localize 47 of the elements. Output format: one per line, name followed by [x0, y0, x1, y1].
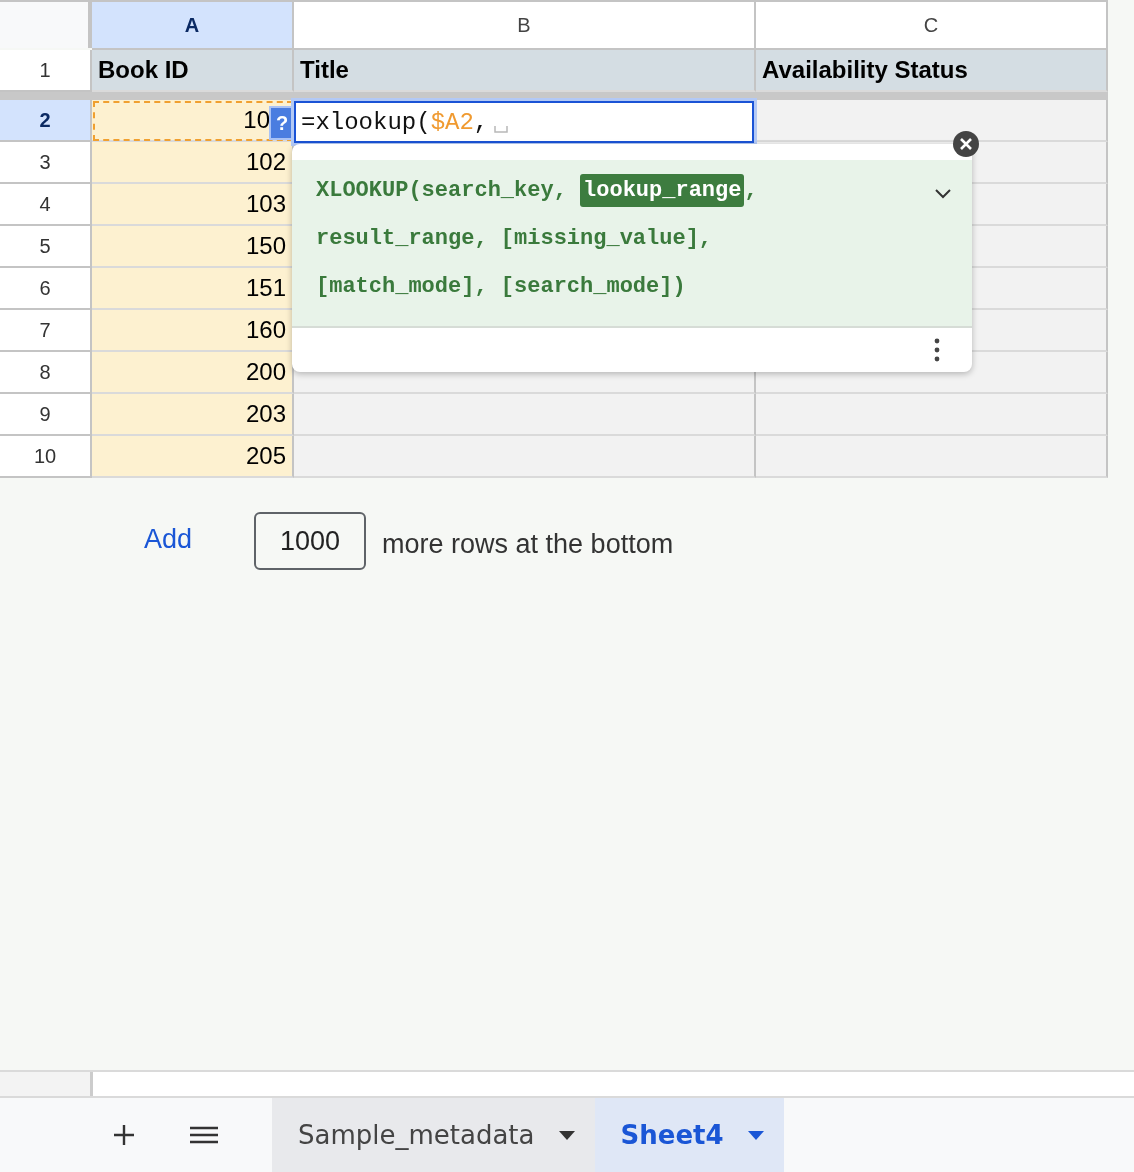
- sheet-tab[interactable]: Sheet4: [594, 1098, 784, 1172]
- space-marker-icon: [494, 125, 509, 133]
- row-header[interactable]: 5: [0, 226, 92, 268]
- sheet-tab[interactable]: Sample_metadata: [272, 1098, 595, 1172]
- header-cell: Title: [294, 50, 756, 92]
- chevron-down-icon[interactable]: [934, 188, 952, 200]
- dropdown-caret-icon: [747, 1130, 764, 1140]
- row-header[interactable]: 9: [0, 394, 92, 436]
- add-button[interactable]: Add: [144, 523, 193, 555]
- table-cell: 102: [92, 142, 294, 184]
- signature-text: XLOOKUP(search_key,: [316, 178, 568, 203]
- more-options-icon[interactable]: [934, 338, 940, 362]
- row-header[interactable]: 7: [0, 310, 92, 352]
- signature-text: [match_mode], [search_mode]): [316, 274, 686, 299]
- table-cell: 150: [92, 226, 294, 268]
- row-header[interactable]: 4: [0, 184, 92, 226]
- column-header[interactable]: C: [756, 2, 1108, 50]
- row-header[interactable]: 2: [0, 100, 92, 142]
- menu-icon: [189, 1125, 219, 1145]
- row-header[interactable]: 3: [0, 142, 92, 184]
- horizontal-scrollbar[interactable]: [93, 1072, 1134, 1096]
- table-cell: 103: [92, 184, 294, 226]
- close-icon[interactable]: [952, 130, 980, 158]
- row-header[interactable]: 10: [0, 436, 92, 478]
- table-cell: 151: [92, 268, 294, 310]
- row-header[interactable]: 8: [0, 352, 92, 394]
- row-header[interactable]: 1: [0, 50, 92, 92]
- formula-editor[interactable]: =xlookup($A2,: [294, 101, 754, 143]
- current-argument: lookup_range: [580, 174, 745, 207]
- formula-text: =xlookup($A2,: [300, 108, 489, 136]
- signature-text: result_range, [missing_value],: [316, 226, 713, 251]
- add-rows-label: more rows at the bottom: [382, 528, 674, 560]
- header-cell: Availability Status: [756, 50, 1108, 92]
- dropdown-caret-icon: [558, 1130, 575, 1140]
- column-header[interactable]: B: [294, 2, 756, 50]
- table-cell: 200: [92, 352, 294, 394]
- table-cell: 205: [92, 436, 294, 478]
- signature-text: ,: [744, 178, 758, 203]
- rows-count-field[interactable]: 1000: [254, 512, 367, 570]
- plus-icon: [113, 1124, 135, 1146]
- row-header[interactable]: 6: [0, 268, 92, 310]
- column-header[interactable]: A: [92, 2, 294, 50]
- corner-cell[interactable]: [0, 2, 92, 48]
- table-cell: 160: [92, 310, 294, 352]
- header-cell: Book ID: [92, 50, 294, 92]
- help-badge[interactable]: ?: [271, 108, 293, 138]
- table-cell: 203: [92, 394, 294, 436]
